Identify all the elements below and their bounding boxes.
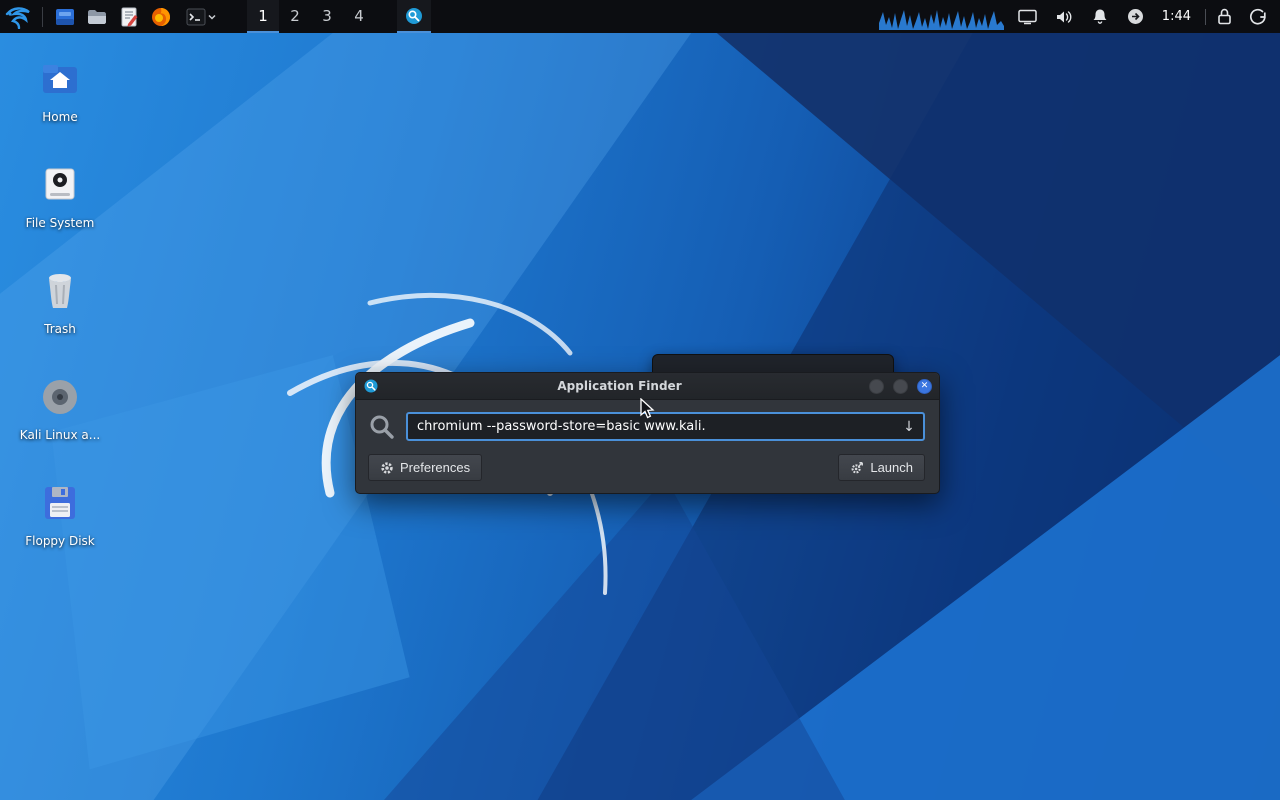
floppy-icon <box>12 480 108 526</box>
appfinder-window-icon <box>363 378 379 394</box>
mail-folder-launcher[interactable] <box>83 3 111 31</box>
panel-separator <box>42 7 43 27</box>
trash-icon <box>12 268 108 314</box>
terminal-icon <box>185 6 207 28</box>
workspace-switcher: 1 2 3 4 <box>247 0 375 33</box>
firefox-icon <box>150 6 172 28</box>
launch-icon <box>850 461 864 475</box>
minimize-button[interactable] <box>869 379 884 394</box>
appfinder-icon <box>405 7 423 25</box>
applications-menu-button[interactable] <box>0 0 36 33</box>
top-panel: 1 2 3 4 <box>0 0 1280 33</box>
notification-bell-icon[interactable] <box>1090 7 1110 27</box>
workspace-3[interactable]: 3 <box>311 0 343 33</box>
history-dropdown-arrow-icon[interactable]: ↓ <box>895 419 923 435</box>
file-manager-icon <box>54 6 76 28</box>
status-update-icon[interactable] <box>1126 7 1146 27</box>
desktop-icon-label: Kali Linux a... <box>12 428 108 442</box>
system-tray <box>1018 7 1146 27</box>
desktop-icon-label: Floppy Disk <box>12 534 108 548</box>
session-logout-icon[interactable] <box>1248 7 1268 27</box>
desktop-icon-label: Home <box>12 110 108 124</box>
desktop: Home File System Trash <box>0 0 1280 800</box>
desktop-icon-trash[interactable]: Trash <box>12 268 108 336</box>
text-editor-launcher[interactable] <box>115 3 143 31</box>
taskbar-appfinder-button[interactable] <box>397 0 431 33</box>
lock-screen-icon[interactable] <box>1214 7 1234 27</box>
volume-icon[interactable] <box>1054 7 1074 27</box>
search-input[interactable] <box>408 419 895 434</box>
display-settings-icon[interactable] <box>1018 7 1038 27</box>
system-monitor-graph[interactable] <box>879 4 1004 30</box>
terminal-launcher[interactable] <box>179 3 223 31</box>
mouse-cursor <box>638 398 658 420</box>
close-button[interactable]: ✕ <box>917 379 932 394</box>
launch-button[interactable]: Launch <box>838 454 925 481</box>
desktop-icon-filesystem[interactable]: File System <box>12 162 108 230</box>
workspace-2[interactable]: 2 <box>279 0 311 33</box>
kali-logo-icon <box>5 5 31 29</box>
firefox-launcher[interactable] <box>147 3 175 31</box>
desktop-icon-kali-cd[interactable]: Kali Linux a... <box>12 374 108 442</box>
panel-separator <box>1205 9 1206 25</box>
search-field: ↓ <box>406 412 925 441</box>
harddrive-icon <box>12 162 108 208</box>
folder-icon <box>86 6 108 28</box>
desktop-icon-home[interactable]: Home <box>12 56 108 124</box>
workspace-1[interactable]: 1 <box>247 0 279 33</box>
chevron-down-icon <box>207 12 217 22</box>
titlebar[interactable]: Application Finder ✕ <box>356 373 939 400</box>
preferences-button[interactable]: Preferences <box>368 454 482 481</box>
maximize-button[interactable] <box>893 379 908 394</box>
disc-icon <box>12 374 108 420</box>
gear-icon <box>380 461 394 475</box>
file-manager-launcher[interactable] <box>51 3 79 31</box>
desktop-icon-floppy[interactable]: Floppy Disk <box>12 480 108 548</box>
workspace-4[interactable]: 4 <box>343 0 375 33</box>
desktop-icon-label: File System <box>12 216 108 230</box>
desktop-icon-label: Trash <box>12 322 108 336</box>
text-editor-icon <box>118 6 140 28</box>
home-icon <box>12 56 108 102</box>
window-title: Application Finder <box>379 379 860 393</box>
panel-clock[interactable]: 1:44 <box>1162 9 1191 24</box>
search-icon <box>368 413 396 441</box>
application-finder-window: Application Finder ✕ ↓ <box>355 372 940 494</box>
